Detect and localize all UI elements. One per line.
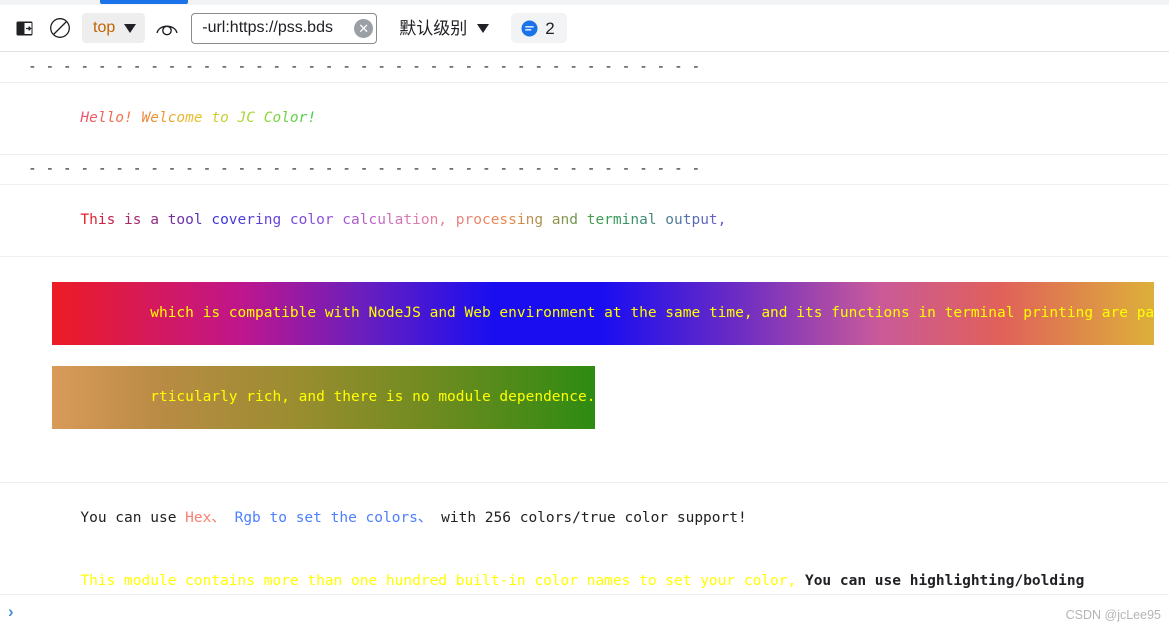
- log-row-features: You can use Hex、 Rgb to set the colors、 …: [0, 483, 1169, 593]
- message-count-label: 2: [545, 18, 555, 38]
- log-level-label: 默认级别: [399, 18, 468, 38]
- message-count-badge[interactable]: 2: [511, 13, 567, 43]
- compat-line-2: rticularly rich, and there is no module …: [52, 366, 596, 429]
- compat-text-1: which is compatible with NodeJS and Web …: [150, 305, 1155, 321]
- sidebar-toggle-icon: [16, 21, 32, 35]
- log-row-separator-top: - - - - - - - - - - - - - - - - - - - - …: [0, 53, 1169, 83]
- hex-keyword: Hex、: [185, 510, 226, 526]
- hex-text-prefix: You can use: [80, 510, 186, 526]
- active-tab-indicator: [100, 0, 188, 4]
- chevron-down-icon: [124, 23, 137, 33]
- highlighting-bolding-text: You can use highlighting/bolding: [796, 573, 1085, 589]
- console-prompt-row[interactable]: ›: [0, 594, 1169, 628]
- tool-description-gradient-text: This is a tool covering color calculatio…: [80, 212, 727, 228]
- execution-context-label: top: [93, 19, 116, 36]
- log-row-tool-description: This is a tool covering color calculatio…: [0, 185, 1169, 257]
- live-expression-button[interactable]: [153, 14, 181, 42]
- filter-input[interactable]: [200, 18, 355, 38]
- clear-filter-icon[interactable]: ✕: [354, 18, 374, 38]
- console-log-area[interactable]: - - - - - - - - - - - - - - - - - - - - …: [0, 53, 1169, 593]
- compat-line-1: which is compatible with NodeJS and Web …: [52, 282, 1155, 345]
- compat-text-2: rticularly rich, and there is no module …: [150, 389, 596, 405]
- devtools-console-window: top ✕ 默认级别 2 - - - - - -: [0, 0, 1169, 628]
- console-toolbar: top ✕ 默认级别 2: [0, 5, 1169, 52]
- message-bubble-icon: [521, 20, 538, 36]
- hello-gradient-text: Hello! Welcome to JC Color!: [80, 110, 317, 126]
- log-row-separator-bottom: - - - - - - - - - - - - - - - - - - - - …: [0, 155, 1169, 185]
- log-row-blank-1: [0, 454, 1169, 483]
- log-row-compatibility: which is compatible with NodeJS and Web …: [0, 257, 1169, 454]
- execution-context-selector[interactable]: top: [82, 13, 146, 43]
- clear-console-button[interactable]: [46, 14, 74, 42]
- chevron-down-icon: [477, 23, 490, 33]
- prompt-arrow-icon: ›: [8, 601, 14, 621]
- log-level-selector[interactable]: 默认级别: [393, 13, 493, 43]
- sidebar-toggle-button[interactable]: [10, 14, 38, 42]
- log-row-hello: Hello! Welcome to JC Color!: [0, 83, 1169, 155]
- eye-icon: [156, 25, 178, 35]
- filter-input-wrapper[interactable]: ✕: [191, 12, 378, 44]
- clear-console-icon: [50, 18, 70, 38]
- colors-support-text: with 256 colors/true color support!: [432, 510, 747, 526]
- watermark-label: CSDN @jcLee95: [1065, 608, 1161, 622]
- builtin-names-text: This module contains more than one hundr…: [80, 573, 797, 589]
- rgb-keyword: Rgb to set the colors、: [225, 510, 433, 526]
